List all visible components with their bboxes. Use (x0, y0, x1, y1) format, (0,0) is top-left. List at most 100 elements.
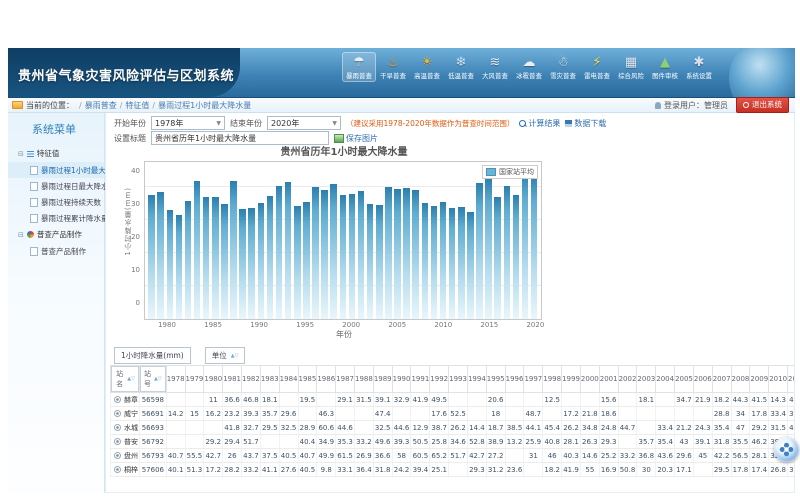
measure-filter-box[interactable]: 1小时降水量(mm) (114, 347, 191, 364)
value-cell: 19.5 (298, 393, 317, 407)
wrench-icon: ✱ (682, 54, 716, 71)
sidebar-item[interactable]: 普查产品制作 (8, 243, 104, 259)
value-cell: 23.6 (505, 463, 524, 477)
value-cell: 26.2 (562, 421, 581, 435)
value-cell (298, 407, 317, 421)
download-button[interactable]: 数据下载 (565, 118, 606, 129)
value-cell (656, 407, 675, 421)
station-name: 普安 (124, 438, 138, 446)
value-cell: 47 (731, 421, 750, 435)
save-image-button[interactable]: 保存图片 (334, 133, 378, 144)
unit-filter-box[interactable]: 单位 ▲▽ (205, 347, 246, 364)
nav-item-gale-survey[interactable]: ≋大风普查 (478, 52, 512, 82)
sort-header-station[interactable]: 站名▲▽ (111, 366, 139, 392)
value-cell: 34.6 (449, 435, 468, 449)
radio-button[interactable] (114, 452, 121, 459)
nav-item-lightning-survey[interactable]: ⚡雷电普查 (580, 52, 614, 82)
nav-item-low-temp-survey[interactable]: ❄低温普查 (444, 52, 478, 82)
bar (340, 195, 347, 319)
table-row: 桐梓5760640.151.317.228.233.241.127.640.59… (111, 463, 796, 477)
value-cell: 44.6 (392, 421, 411, 435)
value-cell: 45.4 (543, 421, 562, 435)
radio-button[interactable] (114, 410, 121, 417)
bar (258, 203, 265, 319)
value-cell: 24.2 (392, 463, 411, 477)
value-cell: 40.8 (543, 435, 562, 449)
nav-item-high-temp-survey[interactable]: ☀高温普查 (410, 52, 444, 82)
nav-item-label: 高温普查 (411, 71, 442, 80)
sort-header-station-id[interactable]: 站号▲▽ (140, 366, 166, 392)
nav-item-rainstorm-survey[interactable]: ☂暴雨普查 (342, 52, 376, 82)
breadcrumb-item[interactable]: 特征值 (125, 101, 149, 110)
value-cell: 51.7 (449, 449, 468, 463)
column-header-year: 1992 (430, 366, 449, 393)
bar (248, 208, 255, 319)
value-cell: 17.6 (430, 407, 449, 421)
end-year-label: 结束年份 (230, 118, 262, 129)
start-year-value: 1978年 (155, 118, 183, 129)
nav-item-hail-survey[interactable]: ☁冰雹普查 (512, 52, 546, 82)
document-icon (30, 214, 38, 223)
nav-item-comprehensive-risk[interactable]: ▦综合风险 (614, 52, 648, 82)
sidebar-group-label: 特征值 (37, 148, 60, 159)
value-cell (336, 407, 355, 421)
end-year-select[interactable]: 2020年 ▼ (267, 116, 341, 130)
document-icon (30, 198, 38, 207)
value-cell: 56.5 (731, 449, 750, 463)
value-cell: 41.9 (411, 393, 430, 407)
nav-item-label: 暴雨普查 (343, 71, 374, 80)
table-controls: 1小时降水量(mm) 单位 ▲▽ (114, 347, 245, 364)
value-cell (524, 463, 543, 477)
bar-slot (202, 162, 211, 319)
nav-item-map-review[interactable]: ▲图件审核 (648, 52, 682, 82)
bar-slot (174, 162, 183, 319)
floating-widget-button[interactable] (774, 437, 799, 462)
value-cell: 49.6 (373, 435, 392, 449)
sidebar-group[interactable]: ⊟特征值 (8, 145, 104, 162)
bar-slot (247, 162, 256, 319)
radio-button[interactable] (114, 396, 121, 403)
value-cell (279, 435, 298, 449)
sidebar-item-label: 普查产品制作 (41, 246, 86, 257)
value-cell: 17.2 (204, 463, 223, 477)
sidebar-item[interactable]: 暴雨过程累计降水量 (8, 210, 104, 226)
column-header-year: 2009 (750, 366, 769, 393)
bar (403, 188, 410, 319)
bar (176, 215, 183, 319)
sidebar-item[interactable]: 暴雨过程1小时最大降水量 (8, 162, 104, 178)
breadcrumb-item[interactable]: 暴雨过程1小时最大降水量 (158, 101, 251, 110)
value-cell: 29.3 (467, 463, 486, 477)
nav-item-system-settings[interactable]: ✱系统设置 (682, 52, 716, 82)
value-cell: 28.1 (750, 449, 769, 463)
logout-button[interactable]: 退出系统 (736, 97, 789, 113)
sidebar-item[interactable]: 暴雨过程日最大降水量 (8, 178, 104, 194)
value-cell: 34.8 (580, 421, 599, 435)
value-cell: 18.1 (637, 393, 656, 407)
document-icon (30, 166, 38, 175)
calculate-button[interactable]: 计算结果 (519, 118, 560, 129)
value-cell: 26.9 (354, 449, 373, 463)
nav-item-label: 雪灾普查 (547, 71, 578, 80)
nav-item-drought-survey[interactable]: ♨干旱普查 (376, 52, 410, 82)
station-id-cell: 56598 (140, 393, 167, 407)
snow-icon: ☃ (546, 54, 580, 71)
radio-button[interactable] (114, 424, 121, 431)
user-info: 登录用户：管理员 (655, 100, 728, 111)
y-tick-label: 10 (120, 266, 140, 274)
sidebar-group[interactable]: ⊟普查产品制作 (8, 226, 104, 243)
sidebar-item[interactable]: 暴雨过程持续天数 (8, 194, 104, 210)
wind-icon: ≋ (478, 54, 512, 71)
value-cell (543, 407, 562, 421)
bar-slot (238, 162, 247, 319)
radio-button[interactable] (114, 466, 121, 473)
plot-area: 国家站平均 (144, 161, 542, 320)
column-header-year: 2001 (599, 366, 618, 393)
breadcrumb-item[interactable]: 暴雨普查 (85, 101, 117, 110)
value-cell: 31.5 (354, 393, 373, 407)
value-cell (618, 407, 637, 421)
nav-item-snow-survey[interactable]: ☃雪灾普查 (546, 52, 580, 82)
drought-icon: ♨ (376, 54, 410, 71)
start-year-select[interactable]: 1978年 ▼ (151, 116, 225, 130)
radio-button[interactable] (114, 438, 121, 445)
value-cell: 35.7 (260, 407, 279, 421)
